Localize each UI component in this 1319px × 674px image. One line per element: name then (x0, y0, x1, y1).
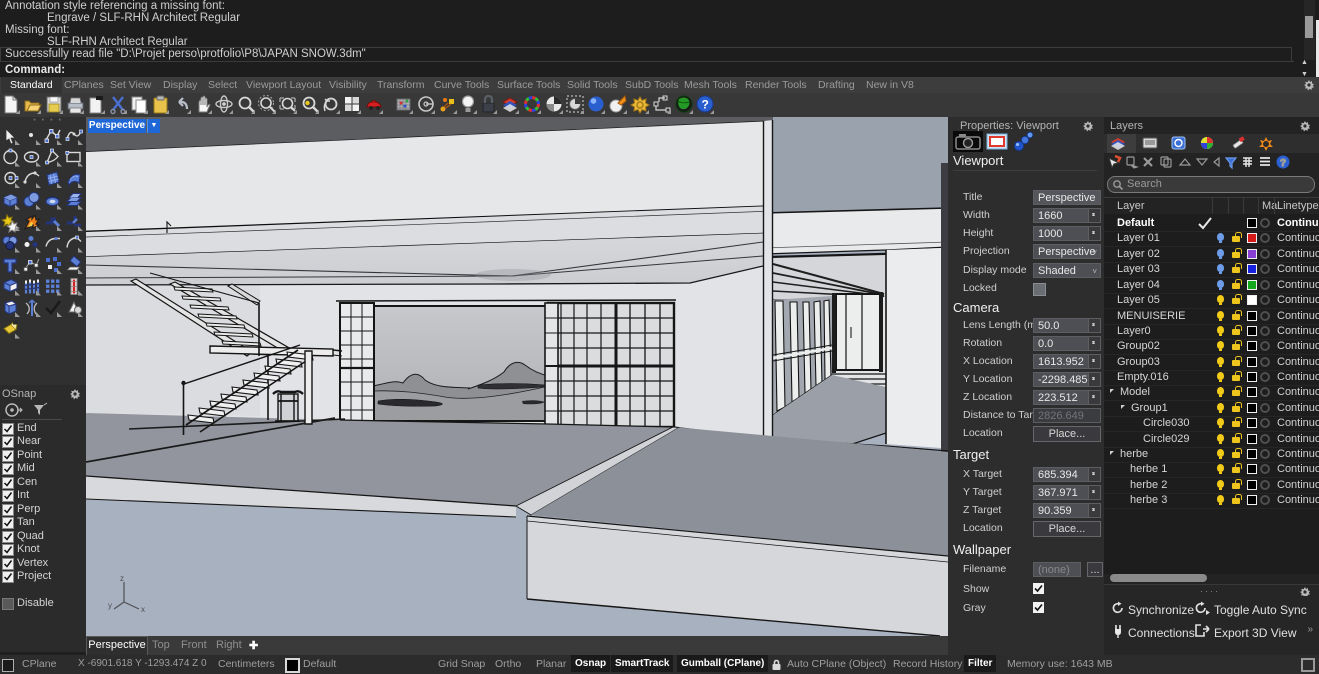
svg-text:?: ? (702, 98, 709, 112)
svg-text:z: z (120, 574, 124, 583)
svg-text:y: y (108, 601, 112, 610)
svg-text:?: ? (1280, 158, 1286, 169)
svg-text:x: x (141, 605, 145, 614)
